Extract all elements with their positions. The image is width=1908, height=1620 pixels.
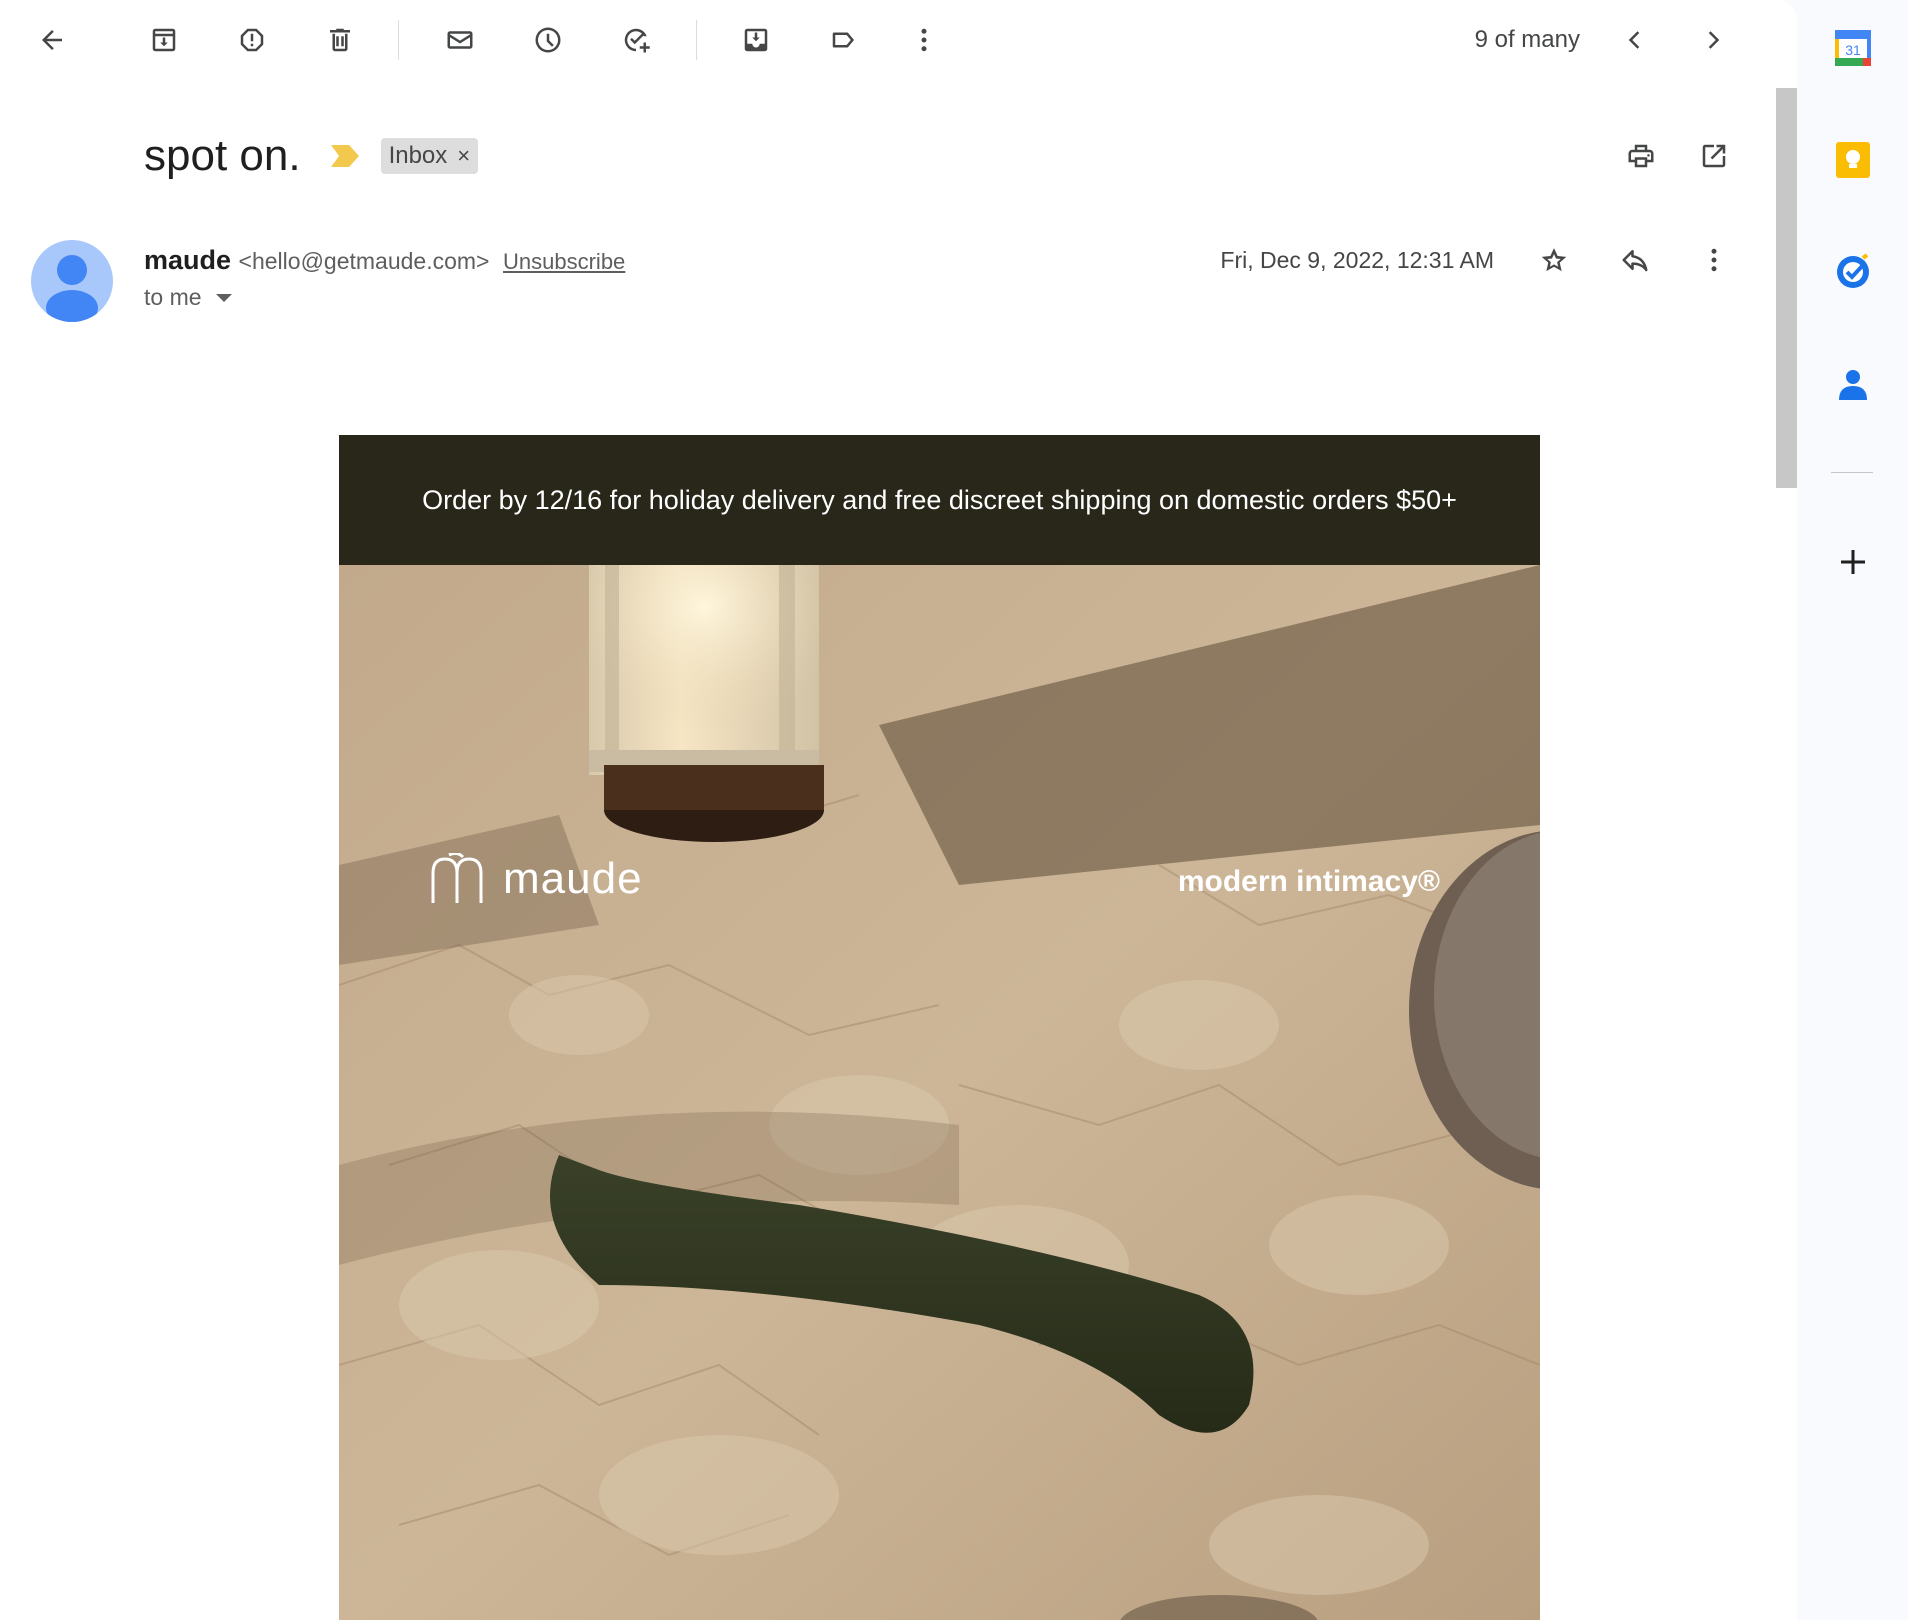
newer-button[interactable]	[1611, 16, 1659, 64]
archive-button[interactable]	[140, 16, 188, 64]
importance-marker-icon[interactable]	[330, 145, 359, 167]
side-panel: 31	[1797, 0, 1908, 1620]
reply-button[interactable]	[1611, 236, 1659, 284]
subject-row: spot on. Inbox ×	[144, 128, 479, 184]
promo-banner: Order by 12/16 for holiday delivery and …	[339, 435, 1540, 565]
label-button[interactable]	[820, 16, 868, 64]
older-button[interactable]	[1689, 16, 1737, 64]
scrollbar-thumb[interactable]	[1776, 88, 1797, 488]
add-task-icon	[624, 28, 650, 53]
open-in-new-icon	[1702, 144, 1726, 168]
print-all-button[interactable]	[1617, 132, 1665, 180]
toolbar-divider	[398, 20, 399, 60]
promo-banner-text: Order by 12/16 for holiday delivery and …	[422, 484, 1457, 515]
contacts-app-button[interactable]	[1829, 360, 1877, 408]
snooze-button[interactable]	[524, 16, 572, 64]
toolbar-divider	[696, 20, 697, 60]
calendar-app-button[interactable]: 31	[1829, 24, 1877, 72]
person-icon	[46, 255, 98, 322]
hero-photo	[339, 565, 1540, 1620]
get-addons-button[interactable]	[1829, 538, 1877, 586]
back-arrow-icon	[42, 30, 62, 50]
maude-logo-icon	[431, 853, 483, 903]
report-spam-button[interactable]	[228, 16, 276, 64]
pager-count: 9 of many	[1474, 26, 1580, 53]
hero-image[interactable]: maude modern intimacy®	[339, 565, 1540, 1620]
message-more-button[interactable]	[1690, 236, 1738, 284]
brand-tagline: modern intimacy®	[1177, 865, 1440, 898]
message-toolbar: 9 of many	[0, 0, 1797, 80]
tasks-app-button[interactable]	[1829, 248, 1877, 296]
contacts-icon	[1839, 370, 1867, 400]
star-button[interactable]	[1530, 236, 1578, 284]
unsubscribe-link[interactable]: Unsubscribe	[503, 249, 625, 274]
message-view: 9 of many spot on. Inbox × maude <hello@…	[0, 0, 1797, 1620]
sender-avatar[interactable]	[31, 240, 113, 322]
chevron-left-icon	[1628, 31, 1640, 49]
mark-unread-icon	[447, 31, 473, 49]
sender-name[interactable]: maude	[144, 245, 231, 275]
mark-unread-button[interactable]	[436, 16, 484, 64]
keep-app-button[interactable]	[1829, 136, 1877, 184]
print-icon	[1628, 144, 1654, 168]
back-button[interactable]	[28, 16, 76, 64]
more-vert-icon	[921, 28, 927, 52]
archive-icon	[152, 28, 176, 52]
sender-line: maude <hello@getmaude.com> Unsubscribe	[144, 244, 625, 278]
caret-down-icon	[215, 293, 232, 302]
star-icon	[1541, 248, 1567, 272]
chevron-right-icon	[1708, 31, 1720, 49]
recipient-details[interactable]: to me	[144, 284, 232, 311]
inbox-label-chip: Inbox ×	[380, 138, 479, 174]
keep-icon	[1836, 142, 1870, 178]
side-divider	[1831, 472, 1873, 473]
delete-icon	[330, 28, 350, 52]
label-text: Inbox	[388, 142, 448, 169]
brand-logo: maude	[429, 853, 643, 905]
calendar-day: 31	[1845, 42, 1861, 58]
recipient-text: to me	[144, 284, 202, 310]
more-vert-icon	[1711, 248, 1717, 272]
add-task-button[interactable]	[612, 16, 660, 64]
reply-icon	[1622, 250, 1648, 272]
calendar-icon: 31	[1835, 30, 1871, 66]
sender-email: <hello@getmaude.com>	[238, 248, 490, 274]
email-subject: spot on.	[144, 131, 301, 180]
open-new-window-button[interactable]	[1690, 132, 1738, 180]
message-date: Fri, Dec 9, 2022, 12:31 AM	[1220, 247, 1494, 273]
remove-label-button[interactable]: ×	[457, 143, 470, 169]
add-icon	[1841, 550, 1865, 574]
delete-button[interactable]	[316, 16, 364, 64]
more-options-button[interactable]	[900, 16, 948, 64]
move-to-button[interactable]	[732, 16, 780, 64]
tasks-icon	[1837, 253, 1869, 288]
snooze-icon	[535, 27, 561, 53]
label-icon	[832, 32, 854, 48]
move-to-icon	[744, 28, 768, 52]
brand-name: maude	[503, 854, 643, 903]
report-spam-icon	[240, 28, 264, 52]
